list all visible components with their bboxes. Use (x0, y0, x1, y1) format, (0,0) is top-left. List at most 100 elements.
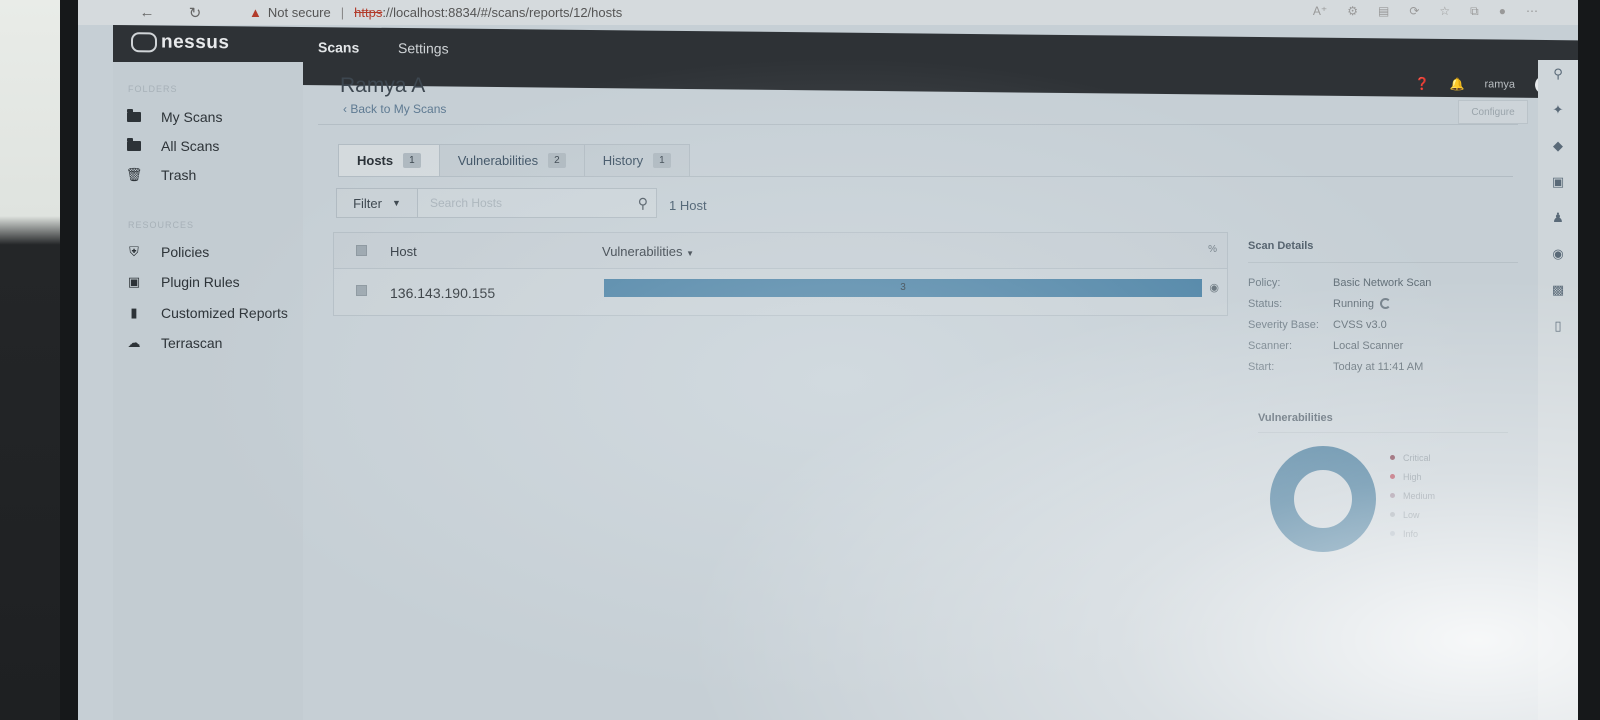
spinner-icon (1379, 298, 1391, 309)
plugin-icon: ▣ (127, 274, 141, 289)
tab-history[interactable]: History 1 (583, 144, 690, 176)
favorite-icon[interactable]: ☆ (1439, 4, 1450, 19)
sidebar-item-trash[interactable]: 🗑 Trash (125, 167, 197, 183)
person-icon[interactable]: ♟ (1552, 210, 1564, 226)
browser-toolbar: ← ↻ ▲ Not secure | https://localhost:883… (78, 0, 1578, 25)
legend-item[interactable]: Critical (1390, 448, 1435, 467)
sidebar-item-plugin-rules[interactable]: ▣ Plugin Rules (125, 274, 240, 290)
not-secure-label[interactable]: Not secure (268, 5, 331, 20)
address-bar[interactable]: https://localhost:8834/#/scans/reports/1… (354, 5, 622, 20)
scan-detail-value: Basic Network Scan (1333, 277, 1432, 289)
sidebar-item-label: Terrascan (161, 335, 223, 351)
tab-hosts[interactable]: Hosts 1 (338, 144, 440, 176)
caret-down-icon: ▼ (391, 198, 401, 208)
legend-dot-icon (1390, 531, 1395, 536)
back-to-my-scans-link[interactable]: ‹ Back to My Scans (343, 102, 446, 116)
browser-side-rail: ⚲ ✦ ◆ ▣ ♟ ◉ ▩ ▯ (1538, 60, 1578, 720)
legend-item[interactable]: High (1390, 467, 1435, 486)
briefcase-icon[interactable]: ▣ (1552, 174, 1564, 190)
sort-desc-icon: ▼ (686, 249, 694, 258)
table-header: Host Vulnerabilities ▼ % (334, 233, 1227, 269)
scan-detail-label: Policy: (1248, 277, 1281, 289)
report-tabs: Hosts 1 Vulnerabilities 2 History 1 (338, 144, 690, 176)
report-icon: ▮ (130, 305, 138, 320)
office-icon[interactable]: ▩ (1552, 282, 1564, 298)
search-input[interactable]: Search Hosts ⚲ (417, 188, 657, 218)
sidebar-item-terrascan[interactable]: ☁ Terrascan (125, 335, 223, 351)
tag-icon[interactable]: ◆ (1553, 138, 1563, 154)
column-header-percent[interactable]: % (1208, 244, 1217, 255)
sidebar-item-label: My Scans (161, 109, 223, 125)
scan-detail-row: Severity Base: CVSS v3.0 (1248, 319, 1518, 340)
folder-icon (125, 138, 143, 153)
vulnerability-bar[interactable]: 3 (604, 279, 1202, 297)
legend-dot-icon (1390, 474, 1395, 479)
select-all-checkbox[interactable] (356, 245, 367, 256)
nav-scans[interactable]: Scans (318, 39, 359, 55)
filter-label: Filter (353, 195, 382, 211)
vulnerabilities-legend: Critical High Medium Low Info (1390, 448, 1435, 543)
scan-detail-row: Start: Today at 11:41 AM (1248, 361, 1518, 382)
sparkle-icon[interactable]: ✦ (1553, 102, 1564, 118)
sidebar-item-my-scans[interactable]: My Scans (125, 109, 222, 125)
configure-button[interactable]: Configure (1458, 100, 1528, 124)
scan-detail-label: Scanner: (1248, 340, 1293, 352)
back-arrow-icon[interactable]: ← (133, 4, 161, 21)
scan-details-rows: Policy: Basic Network Scan Status: Running S… (1248, 277, 1518, 382)
sidebar-item-all-scans[interactable]: All Scans (125, 138, 219, 154)
url-separator: | (340, 5, 345, 20)
legend-dot-icon (1390, 455, 1395, 460)
divider (318, 124, 1518, 125)
sidebar-item-label: All Scans (161, 138, 220, 154)
reload-icon[interactable]: ↻ (181, 4, 209, 22)
vulnerabilities-chart-title: Vulnerabilities (1258, 412, 1333, 424)
vulnerability-count: 3 (900, 282, 906, 293)
row-checkbox[interactable] (356, 285, 367, 296)
tab-count-badge: 1 (403, 153, 421, 168)
filter-button[interactable]: Filter ▼ (336, 188, 418, 218)
main-content: Ramya A ‹ Back to My Scans Configure Hos… (303, 62, 1538, 720)
screen: ← ↻ ▲ Not secure | https://localhost:883… (78, 0, 1578, 720)
legend-item[interactable]: Low (1390, 505, 1435, 524)
back-link-label: Back to My Scans (350, 102, 447, 116)
outlook-icon[interactable]: ▯ (1554, 318, 1561, 334)
host-ip[interactable]: 136.143.190.155 (390, 285, 495, 301)
divider (338, 176, 1513, 177)
warning-icon: ▲ (249, 5, 262, 20)
scan-detail-row: Policy: Basic Network Scan (1248, 277, 1518, 298)
legend-item[interactable]: Medium (1390, 486, 1435, 505)
read-aloud-icon[interactable]: A⁺ (1313, 4, 1327, 19)
nessus-logo[interactable]: nessus (131, 31, 229, 54)
tab-count-badge: 1 (653, 153, 671, 168)
search-icon[interactable]: ⚲ (1553, 66, 1563, 82)
extension-icon[interactable]: ⚙ (1347, 4, 1358, 19)
cloud-icon: ☁ (127, 335, 141, 350)
column-header-vulnerabilities[interactable]: Vulnerabilities ▼ (602, 244, 694, 259)
tab-label: History (602, 153, 644, 168)
games-icon[interactable]: ◉ (1552, 246, 1563, 262)
profile-icon[interactable]: ● (1499, 4, 1506, 19)
scan-details-panel: Scan Details Policy: Basic Network Scan St… (1248, 240, 1518, 382)
refresh-icon[interactable]: ⟳ (1409, 4, 1419, 19)
page-title: Ramya A (340, 74, 426, 97)
collections-icon[interactable]: ⧉ (1470, 4, 1479, 19)
trash-icon: 🗑 (125, 167, 143, 182)
host-count: 1 Host (669, 198, 707, 213)
column-header-host[interactable]: Host (390, 244, 417, 259)
shield-icon: ⛨ (129, 244, 139, 259)
legend-item[interactable]: Info (1390, 524, 1435, 543)
search-placeholder: Search Hosts (430, 196, 503, 210)
tab-icon[interactable]: ▤ (1378, 4, 1389, 19)
vulnerabilities-donut[interactable] (1268, 444, 1378, 554)
more-icon[interactable]: ⋯ (1526, 4, 1538, 19)
tab-vulnerabilities[interactable]: Vulnerabilities 2 (438, 144, 585, 176)
search-icon[interactable]: ⚲ (638, 195, 648, 212)
legend-label: Info (1403, 528, 1419, 539)
nav-settings[interactable]: Settings (398, 40, 449, 57)
sidebar-item-customized-reports[interactable]: ▮ Customized Reports (125, 305, 287, 321)
eye-icon[interactable]: ◉ (1209, 281, 1219, 294)
hexagon-logo-icon (131, 32, 157, 53)
logo-text: nessus (161, 31, 230, 54)
sidebar-item-policies[interactable]: ⛨ Policies (125, 244, 209, 260)
sidebar-item-label: Policies (161, 244, 210, 260)
